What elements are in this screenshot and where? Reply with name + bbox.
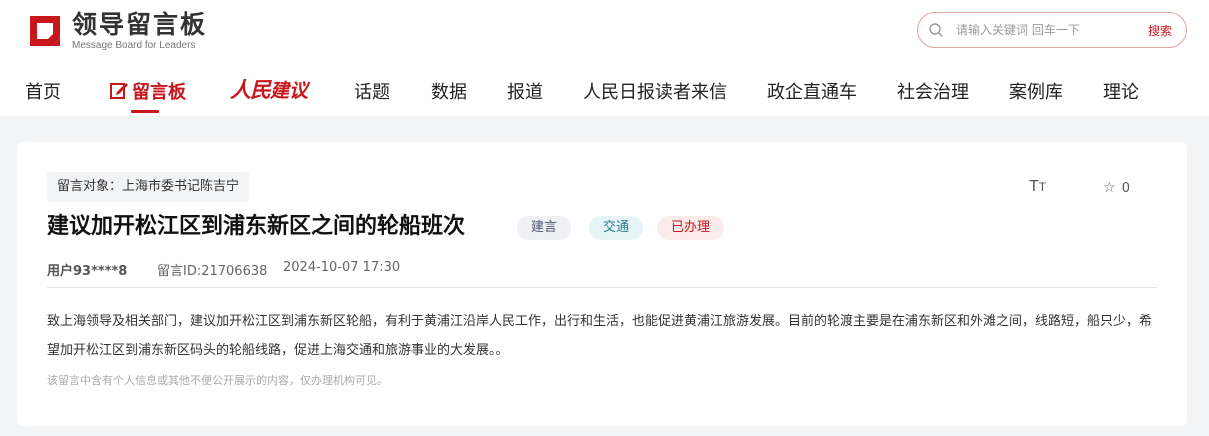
site-logo[interactable]: 领导留言板 Message Board for Leaders [26, 10, 246, 54]
edit-icon [110, 83, 128, 99]
nav-home[interactable]: 首页 [25, 78, 61, 104]
nav-reports[interactable]: 报道 [507, 78, 543, 104]
search-box: 搜索 [917, 12, 1187, 48]
privacy-notice: 该留言中含有个人信息或其他不便公开展示的内容，仅办理机构可见。 [47, 374, 388, 387]
nav-topics[interactable]: 话题 [354, 78, 390, 104]
message-target: 留言对象：上海市委书记陈吉宁 [47, 172, 250, 202]
nav-social-governance[interactable]: 社会治理 [897, 78, 969, 104]
logo-title: 领导留言板 [72, 10, 208, 39]
main-nav: 首页 留言板 人民建议 话题 数据 报道 人民日报读者来信 政企直通车 社会治理… [0, 72, 1209, 116]
status-badge: 已办理 [657, 216, 725, 240]
message-title: 建议加开松江区到浦东新区之间的轮船班次 [47, 214, 466, 239]
search-button[interactable]: 搜索 [1148, 22, 1172, 39]
nav-people-suggestion-label: 建议 [270, 80, 309, 102]
site-header: 领导留言板 Message Board for Leaders 搜索 首页 留言… [0, 0, 1209, 116]
tag-traffic: 交通 [589, 216, 644, 240]
logo-mark-icon [30, 16, 60, 46]
nav-active-indicator [131, 110, 159, 113]
message-user: 用户93****8 [47, 264, 128, 279]
nav-message-board-label: 留言板 [132, 82, 186, 103]
message-datetime: 2024-10-07 17:30 [283, 260, 401, 275]
nav-people-suggestion[interactable]: 人民建议 [230, 74, 308, 104]
message-card: 留言对象：上海市委书记陈吉宁 TT ☆ 0 建议加开松江区到浦东新区之间的轮船班… [17, 142, 1187, 426]
star-icon: ☆ [1103, 180, 1116, 196]
logo-subtitle: Message Board for Leaders [72, 40, 196, 51]
nav-readers-letters[interactable]: 人民日报读者来信 [583, 78, 727, 104]
font-size-big: T [1029, 178, 1039, 195]
divider [47, 287, 1157, 288]
nav-gov-enterprise[interactable]: 政企直通车 [767, 78, 857, 104]
font-size-small: T [1038, 180, 1047, 194]
nav-message-board[interactable]: 留言板 [109, 78, 186, 104]
nav-theory[interactable]: 理论 [1103, 78, 1139, 104]
nav-data[interactable]: 数据 [431, 78, 467, 104]
message-body: 致上海领导及相关部门，建议加开松江区到浦东新区轮船，有利于黄浦江沿岸人民工作，出… [47, 314, 1153, 358]
nav-people-suggestion-logo: 人民 [230, 77, 271, 102]
message-id: 留言ID:21706638 [157, 264, 268, 279]
favorite-count: 0 [1121, 181, 1130, 196]
favorite-button[interactable]: ☆ 0 [1103, 180, 1130, 196]
tag-suggestion: 建言 [517, 216, 572, 240]
nav-case-library[interactable]: 案例库 [1009, 78, 1063, 104]
font-size-button[interactable]: TT [1029, 178, 1046, 196]
search-input[interactable] [956, 20, 1131, 40]
search-icon [929, 23, 943, 37]
